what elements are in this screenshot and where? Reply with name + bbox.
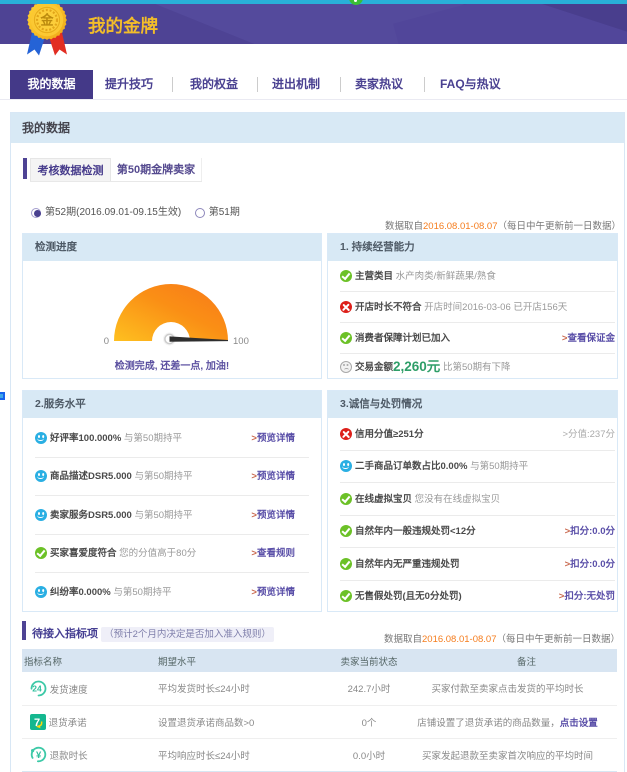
svg-text:24: 24 xyxy=(32,683,42,693)
svg-text:0: 0 xyxy=(104,336,109,347)
svg-text:100: 100 xyxy=(233,336,249,347)
svg-text:金: 金 xyxy=(39,13,54,28)
svg-text:¥: ¥ xyxy=(36,750,42,761)
